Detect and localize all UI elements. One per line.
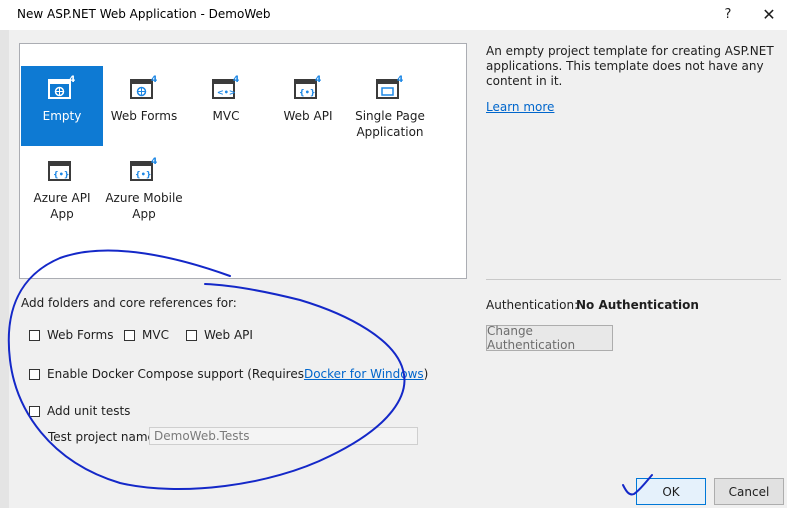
template-single-page-application[interactable]: 4 Single Page Application	[349, 66, 431, 146]
ok-button[interactable]: OK	[636, 478, 706, 505]
version-badge: 4	[397, 75, 403, 85]
checkbox-label: MVC	[142, 328, 169, 342]
template-label: Web Forms	[110, 109, 178, 123]
change-authentication-button[interactable]: Change Authentication	[486, 324, 613, 352]
svg-text:{•}: {•}	[53, 170, 70, 179]
web-forms-checkbox[interactable]: Web Forms	[29, 328, 113, 342]
empty-template-icon: 4	[48, 75, 75, 99]
template-web-forms[interactable]: 4 Web Forms	[103, 66, 185, 146]
web-forms-template-icon: 4	[130, 75, 157, 99]
checkbox-box[interactable]	[29, 405, 40, 417]
version-badge: 4	[69, 75, 75, 85]
test-project-name-input[interactable]	[149, 427, 418, 445]
template-azure-mobile-app[interactable]: {•} 4 Azure Mobile App	[103, 148, 185, 228]
checkbox-box[interactable]	[124, 329, 135, 341]
authentication-label: Authentication:	[486, 298, 579, 312]
docker-for-windows-link[interactable]: Docker for Windows	[304, 367, 424, 381]
close-button[interactable]: ✕	[757, 3, 781, 27]
version-badge: 4	[315, 75, 321, 85]
template-empty[interactable]: 4 Empty	[21, 66, 103, 146]
azure-mobile-app-template-icon: {•} 4	[130, 157, 157, 181]
left-edge-strip	[0, 30, 9, 508]
template-azure-api-app[interactable]: {•} Azure API App	[21, 148, 103, 228]
checkbox-label: Web API	[204, 328, 253, 342]
checkbox-box[interactable]	[29, 329, 40, 341]
svg-text:{•}: {•}	[299, 88, 316, 97]
checkbox-label: Web Forms	[47, 328, 114, 342]
add-unit-tests-checkbox[interactable]: Add unit tests	[29, 404, 130, 418]
version-badge: 4	[151, 157, 157, 167]
test-project-name-label: Test project name:	[48, 430, 159, 444]
cancel-button[interactable]: Cancel	[714, 478, 784, 505]
template-list[interactable]: 4 Empty 4 Web Forms <•> 4 MVC {•} 4 Web …	[19, 43, 467, 279]
checkbox-label: Add unit tests	[47, 404, 131, 418]
checkbox-box[interactable]	[29, 368, 40, 380]
template-label: Empty	[42, 109, 82, 123]
single-page-application-template-icon: 4	[376, 75, 403, 99]
checkbox-label-suffix: )	[423, 367, 429, 381]
checkbox-box[interactable]	[186, 329, 197, 341]
divider	[486, 279, 781, 280]
template-label: Single Page Application	[355, 109, 425, 139]
folders-references-label: Add folders and core references for:	[21, 296, 237, 310]
template-web-api[interactable]: {•} 4 Web API	[267, 66, 349, 146]
template-label: Azure Mobile App	[105, 191, 183, 221]
version-badge: 4	[233, 75, 239, 85]
learn-more-link[interactable]: Learn more	[486, 100, 554, 114]
title-bar: New ASP.NET Web Application - DemoWeb ? …	[0, 0, 787, 30]
mvc-checkbox[interactable]: MVC	[124, 328, 169, 342]
web-api-template-icon: {•} 4	[294, 75, 321, 99]
docker-compose-checkbox[interactable]: Enable Docker Compose support (Requires …	[29, 367, 428, 381]
mvc-template-icon: <•> 4	[212, 75, 239, 99]
web-api-checkbox[interactable]: Web API	[186, 328, 253, 342]
azure-api-app-template-icon: {•}	[48, 161, 71, 181]
version-badge: 4	[151, 75, 157, 85]
template-label: Web API	[283, 109, 333, 123]
help-button[interactable]: ?	[716, 3, 740, 27]
template-label: MVC	[212, 109, 240, 123]
checkbox-label: Enable Docker Compose support (Requires	[47, 367, 304, 381]
window-title: New ASP.NET Web Application - DemoWeb	[17, 7, 271, 21]
authentication-value: No Authentication	[576, 298, 699, 312]
template-mvc[interactable]: <•> 4 MVC	[185, 66, 267, 146]
svg-text:<•>: <•>	[217, 88, 236, 97]
template-label: Azure API App	[33, 191, 91, 221]
template-description: An empty project template for creating A…	[486, 44, 774, 88]
svg-text:{•}: {•}	[135, 170, 152, 179]
